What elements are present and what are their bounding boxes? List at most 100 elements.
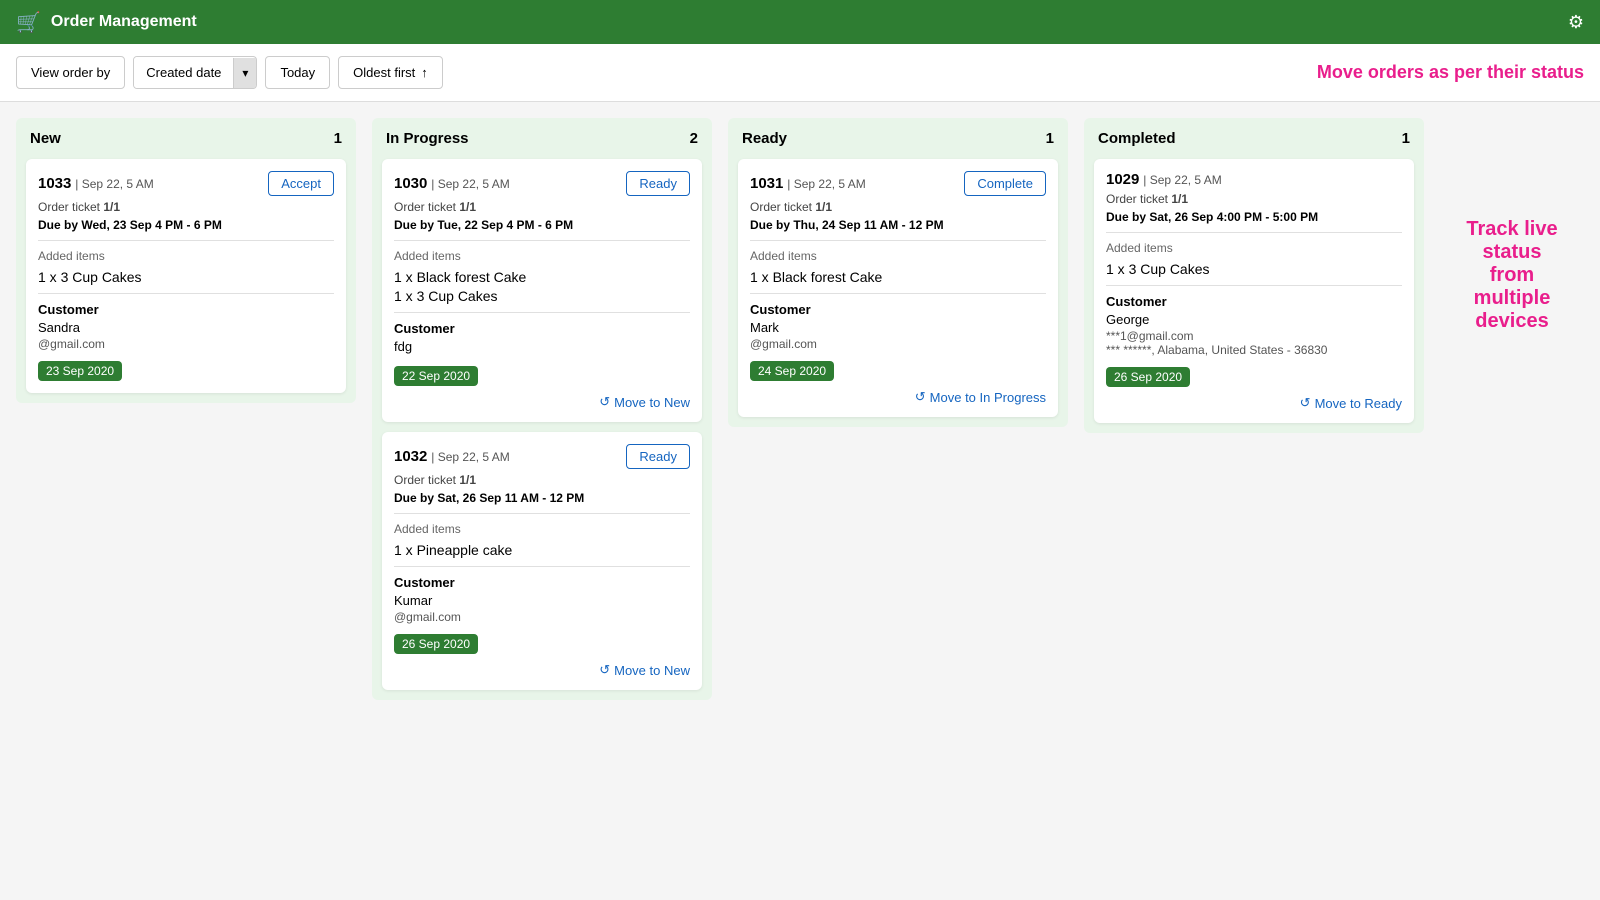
column-new: New 1 1033 | Sep 22, 5 AM Accept Order ti… [16,118,356,403]
card-action-button[interactable]: Complete [964,171,1046,196]
card-added-label: Added items [750,249,1046,263]
card-item: 1 x 3 Cup Cakes [1106,261,1402,277]
settings-icon[interactable]: ⚙ [1568,12,1584,33]
customer-address: *** ******, Alabama, United States - 368… [1106,343,1402,357]
card-item: 1 x 3 Cup Cakes [394,288,690,304]
card-item: 1 x Black forest Cake [394,269,690,285]
date-filter-button[interactable]: Today [265,56,330,89]
card-action-button[interactable]: Ready [626,444,690,469]
divider [394,513,690,514]
divider [394,240,690,241]
card-id: 1032 [394,448,427,465]
card-top: 1031 | Sep 22, 5 AM Complete [750,171,1046,196]
move-status-button[interactable]: ↺ Move to Ready [1300,395,1402,411]
card-id: 1031 [750,175,783,192]
move-label: Move to Ready [1315,396,1402,411]
kanban-board: New 1 1033 | Sep 22, 5 AM Accept Order ti… [0,102,1600,716]
card-item: 1 x 3 Cup Cakes [38,269,334,285]
card-id-date: 1032 | Sep 22, 5 AM [394,448,510,465]
customer-name: Sandra [38,320,334,335]
divider [394,566,690,567]
card-top: 1029 | Sep 22, 5 AM [1106,171,1402,188]
view-order-by-button[interactable]: View order by [16,56,125,89]
column-ready: Ready1 1031 | Sep 22, 5 AM Complete Orde… [728,118,1068,427]
customer-name: Kumar [394,593,690,608]
promo-area: Track live status from multiple devices [1440,118,1584,373]
card-action-button[interactable]: Accept [268,171,334,196]
column-header-in-progress: In Progress2 [372,118,712,159]
customer-email: ***1@gmail.com [1106,329,1402,343]
card-id: 1029 [1106,171,1139,188]
move-label: Move to New [614,663,690,678]
card-ticket: Order ticket 1/1 [394,473,690,487]
card-action-button[interactable]: Ready [626,171,690,196]
card-move-action: ↺ Move to Ready [1106,395,1402,411]
customer-label: Customer [750,302,1046,317]
divider [38,240,334,241]
card-due: Due by Tue, 22 Sep 4 PM - 6 PM [394,218,690,232]
move-status-button[interactable]: ↺ Move to New [599,662,690,678]
order-card: 1032 | Sep 22, 5 AM Ready Order ticket 1… [382,432,702,690]
customer-name: Mark [750,320,1046,335]
sort-order-label: Oldest first [353,65,415,80]
card-move-action: ↺ Move to In Progress [750,389,1046,405]
promo-header-text: Move orders as per their status [1317,62,1584,83]
column-count: 1 [1046,130,1054,147]
column-body-new: 1033 | Sep 22, 5 AM Accept Order ticket … [16,159,356,403]
sort-order-icon: ↑ [421,65,428,80]
sort-field-select[interactable]: Created date ▾ [133,56,257,89]
move-status-button[interactable]: ↺ Move to New [599,394,690,410]
column-count: 1 [334,130,342,147]
move-label: Move to In Progress [930,390,1046,405]
move-label: Move to New [614,395,690,410]
card-top: 1030 | Sep 22, 5 AM Ready [394,171,690,196]
card-date: | Sep 22, 5 AM [431,450,510,464]
refresh-icon: ↺ [599,662,610,678]
column-completed: Completed1 1029 | Sep 22, 5 AM Order tic… [1084,118,1424,433]
sort-field-arrow-icon[interactable]: ▾ [233,58,256,88]
divider [1106,285,1402,286]
move-status-button[interactable]: ↺ Move to In Progress [915,389,1046,405]
card-ticket: Order ticket 1/1 [1106,192,1402,206]
column-body-completed: 1029 | Sep 22, 5 AM Order ticket 1/1 Due… [1084,159,1424,433]
order-card: 1033 | Sep 22, 5 AM Accept Order ticket … [26,159,346,393]
card-added-label: Added items [394,522,690,536]
card-date-badge: 24 Sep 2020 [750,361,834,381]
customer-label: Customer [394,321,690,336]
column-title: New [30,130,61,147]
card-ticket: Order ticket 1/1 [394,200,690,214]
sort-field-label: Created date [134,57,233,88]
customer-name: fdg [394,339,690,354]
card-due: Due by Wed, 23 Sep 4 PM - 6 PM [38,218,334,232]
card-added-label: Added items [1106,241,1402,255]
divider [1106,232,1402,233]
divider [750,240,1046,241]
card-id-date: 1033 | Sep 22, 5 AM [38,175,154,192]
header-left: 🛒 Order Management [16,10,197,35]
card-date: | Sep 22, 5 AM [787,177,866,191]
sort-order-button[interactable]: Oldest first ↑ [338,56,443,89]
card-id: 1033 [38,175,71,192]
card-top: 1033 | Sep 22, 5 AM Accept [38,171,334,196]
card-date-badge: 26 Sep 2020 [394,634,478,654]
card-item: 1 x Black forest Cake [750,269,1046,285]
divider [750,293,1046,294]
card-date: | Sep 22, 5 AM [431,177,510,191]
column-in-progress: In Progress2 1030 | Sep 22, 5 AM Ready O… [372,118,712,700]
cart-icon: 🛒 [16,10,41,35]
column-header-completed: Completed1 [1084,118,1424,159]
refresh-icon: ↺ [1300,395,1311,411]
column-body-in-progress: 1030 | Sep 22, 5 AM Ready Order ticket 1… [372,159,712,700]
card-added-label: Added items [38,249,334,263]
card-top: 1032 | Sep 22, 5 AM Ready [394,444,690,469]
card-move-action: ↺ Move to New [394,662,690,678]
app-header: 🛒 Order Management ⚙ [0,0,1600,44]
card-date-badge: 23 Sep 2020 [38,361,122,381]
toolbar: View order by Created date ▾ Today Oldes… [0,44,1600,102]
card-ticket: Order ticket 1/1 [38,200,334,214]
column-title: Completed [1098,130,1176,147]
card-due: Due by Sat, 26 Sep 11 AM - 12 PM [394,491,690,505]
customer-label: Customer [38,302,334,317]
card-ticket: Order ticket 1/1 [750,200,1046,214]
card-id-date: 1031 | Sep 22, 5 AM [750,175,866,192]
